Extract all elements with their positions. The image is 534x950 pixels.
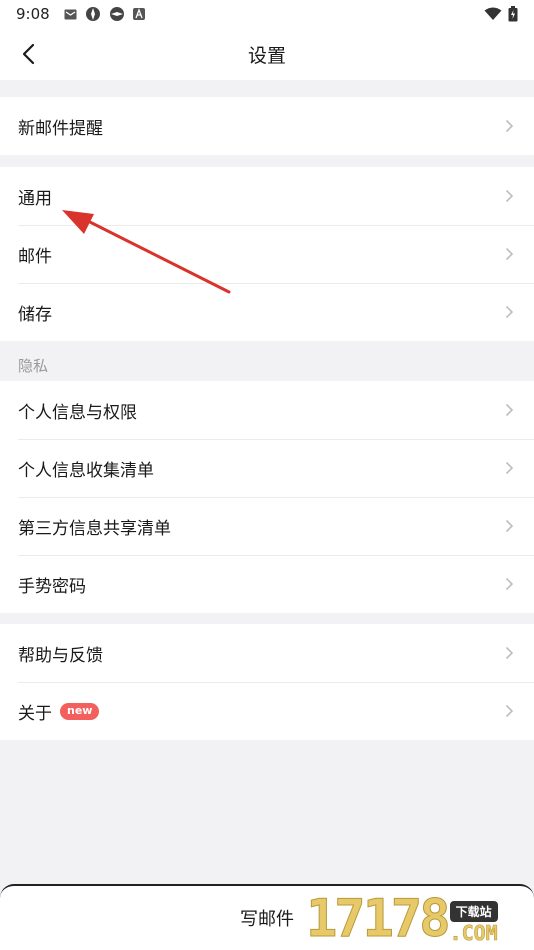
settings-item-general[interactable]: 通用 [0,167,534,225]
a-notification-icon [132,8,145,20]
chevron-right-icon [505,704,513,718]
wifi-icon [484,7,502,20]
settings-item-help-feedback[interactable]: 帮助与反馈 [0,624,534,682]
chevron-right-icon [505,577,513,591]
settings-item-personal-info-collection-list[interactable]: 个人信息收集清单 [0,439,534,497]
settings-group-notifications: 新邮件提醒 [0,97,534,155]
settings-item-label: 手势密码 [18,576,86,597]
settings-item-personal-info-permissions[interactable]: 个人信息与权限 [0,381,534,439]
chevron-right-icon [505,119,513,133]
settings-item-label: 个人信息收集清单 [18,460,154,481]
chevron-left-icon [22,43,35,65]
site-watermark: 17178 下载站 .COM [302,884,534,950]
settings-item-gesture-password[interactable]: 手势密码 [0,555,534,613]
status-time: 9:08 [16,5,50,23]
nav-bar: 设置 [0,28,534,80]
chevron-right-icon [505,646,513,660]
settings-item-label: 储存 [18,304,52,325]
settings-item-about[interactable]: 关于 new [0,682,534,740]
battery-icon [508,6,518,22]
page-title: 设置 [247,44,286,67]
chevron-right-icon [505,519,513,533]
settings-item-label: 邮件 [18,246,52,267]
chevron-right-icon [505,403,513,417]
chevron-right-icon [505,461,513,475]
status-bar: 9:08 [0,0,534,28]
settings-item-label: 帮助与反馈 [18,645,103,666]
new-badge: new [60,702,100,720]
settings-item-label: 第三方信息共享清单 [18,518,171,539]
settings-item-storage[interactable]: 储存 [0,283,534,341]
chevron-right-icon [505,305,513,319]
settings-item-label: 个人信息与权限 [18,402,137,423]
settings-item-label: 通用 [18,188,52,209]
watermark-number: 17178 [306,889,452,950]
back-button[interactable] [14,40,42,68]
watermark-tag: 下载站 [449,901,498,922]
watermark-suffix: .COM [449,921,498,945]
settings-group-help: 帮助与反馈 关于 new [0,624,534,740]
settings-item-new-mail-alert[interactable]: 新邮件提醒 [0,97,534,155]
settings-group-privacy: 个人信息与权限 个人信息收集清单 第三方信息共享清单 手势密码 [0,381,534,613]
settings-item-label: 新邮件提醒 [18,118,103,139]
chevron-right-icon [505,247,513,261]
app-notification-icon [85,7,100,21]
mail-notification-icon [64,9,77,19]
chevron-right-icon [505,189,513,203]
settings-item-mail[interactable]: 邮件 [0,225,534,283]
compose-label: 写邮件 [240,909,294,930]
settings-item-third-party-sharing-list[interactable]: 第三方信息共享清单 [0,497,534,555]
app-notification-icon-2 [109,7,124,21]
section-label-privacy: 隐私 [18,357,49,375]
settings-group-general: 通用 邮件 储存 [0,167,534,341]
settings-item-label: 关于 [18,703,52,724]
